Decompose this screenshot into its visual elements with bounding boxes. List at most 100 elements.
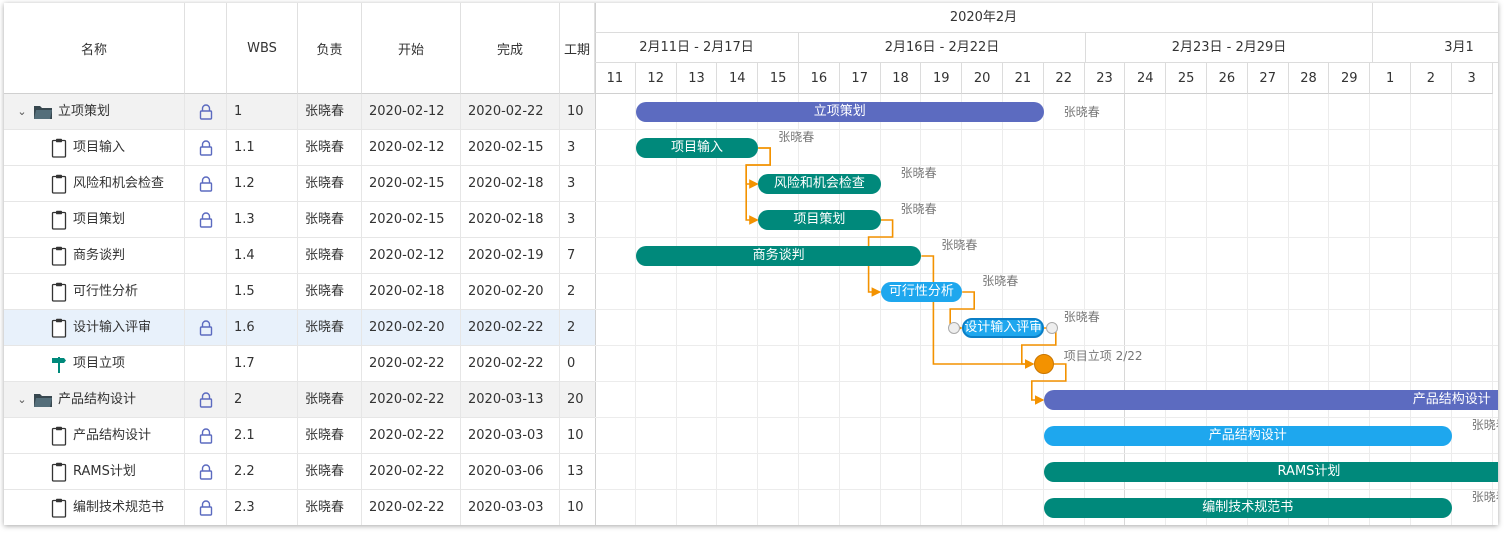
lock-cell[interactable]: [185, 94, 227, 129]
lock-cell[interactable]: [185, 418, 227, 453]
column-header-finish[interactable]: 完成: [461, 3, 560, 94]
duration-cell[interactable]: 3: [560, 166, 595, 201]
lock-cell[interactable]: [185, 346, 227, 381]
table-row[interactable]: 设计输入评审 1.6 张晓春 2020-02-20 2020-02-22 2: [4, 310, 595, 346]
wbs-cell[interactable]: 1.3: [227, 202, 298, 237]
start-date-cell[interactable]: 2020-02-12: [362, 94, 461, 129]
task-name-cell[interactable]: 编制技术规范书: [4, 490, 185, 525]
lock-cell[interactable]: [185, 274, 227, 309]
duration-cell[interactable]: 13: [560, 454, 595, 489]
wbs-cell[interactable]: 1.1: [227, 130, 298, 165]
finish-date-cell[interactable]: 2020-02-19: [461, 238, 560, 273]
finish-date-cell[interactable]: 2020-03-13: [461, 382, 560, 417]
task-bar[interactable]: 商务谈判: [635, 246, 922, 266]
column-header-lock[interactable]: [185, 3, 227, 94]
start-date-cell[interactable]: 2020-02-20: [362, 310, 461, 345]
owner-cell[interactable]: 张晓春: [298, 130, 362, 165]
duration-cell[interactable]: 10: [560, 94, 595, 129]
lock-cell[interactable]: [185, 382, 227, 417]
start-date-cell[interactable]: 2020-02-12: [362, 130, 461, 165]
summary-bar[interactable]: 立项策划: [635, 102, 1044, 122]
owner-cell[interactable]: [298, 346, 362, 381]
duration-cell[interactable]: 3: [560, 130, 595, 165]
duration-cell[interactable]: 10: [560, 418, 595, 453]
column-header-wbs[interactable]: WBS: [227, 3, 298, 94]
start-date-cell[interactable]: 2020-02-15: [362, 166, 461, 201]
finish-date-cell[interactable]: 2020-02-18: [461, 202, 560, 237]
wbs-cell[interactable]: 1.4: [227, 238, 298, 273]
wbs-cell[interactable]: 2.2: [227, 454, 298, 489]
table-row[interactable]: 商务谈判 1.4 张晓春 2020-02-12 2020-02-19 7: [4, 238, 595, 274]
table-row[interactable]: ⌄ 产品结构设计 2 张晓春 2020-02-22 2020-03-13 20: [4, 382, 595, 418]
owner-cell[interactable]: 张晓春: [298, 310, 362, 345]
duration-cell[interactable]: 10: [560, 490, 595, 525]
wbs-cell[interactable]: 2.1: [227, 418, 298, 453]
owner-cell[interactable]: 张晓春: [298, 454, 362, 489]
chevron-down-icon[interactable]: ⌄: [15, 94, 29, 129]
task-name-cell[interactable]: 项目输入: [4, 130, 185, 165]
finish-date-cell[interactable]: 2020-02-20: [461, 274, 560, 309]
wbs-cell[interactable]: 2.3: [227, 490, 298, 525]
duration-cell[interactable]: 3: [560, 202, 595, 237]
lock-cell[interactable]: [185, 310, 227, 345]
owner-cell[interactable]: 张晓春: [298, 238, 362, 273]
task-name-cell[interactable]: 设计输入评审: [4, 310, 185, 345]
start-date-cell[interactable]: 2020-02-22: [362, 490, 461, 525]
link-handle-end[interactable]: [1045, 322, 1058, 334]
finish-date-cell[interactable]: 2020-02-18: [461, 166, 560, 201]
task-name-cell[interactable]: 产品结构设计: [4, 418, 185, 453]
summary-bar[interactable]: 产品结构设计: [1043, 390, 1498, 410]
finish-date-cell[interactable]: 2020-02-15: [461, 130, 560, 165]
wbs-cell[interactable]: 1.2: [227, 166, 298, 201]
task-bar[interactable]: 项目输入: [635, 138, 759, 158]
task-name-cell[interactable]: 可行性分析: [4, 274, 185, 309]
column-header-duration[interactable]: 工期: [560, 3, 595, 94]
finish-date-cell[interactable]: 2020-02-22: [461, 94, 560, 129]
owner-cell[interactable]: 张晓春: [298, 274, 362, 309]
owner-cell[interactable]: 张晓春: [298, 166, 362, 201]
finish-date-cell[interactable]: 2020-03-03: [461, 490, 560, 525]
wbs-cell[interactable]: 1: [227, 94, 298, 129]
task-name-cell[interactable]: ⌄ 产品结构设计: [4, 382, 185, 417]
column-header-start[interactable]: 开始: [362, 3, 461, 94]
task-bar[interactable]: 产品结构设计: [1043, 426, 1452, 446]
start-date-cell[interactable]: 2020-02-15: [362, 202, 461, 237]
wbs-cell[interactable]: 1.5: [227, 274, 298, 309]
lock-cell[interactable]: [185, 490, 227, 525]
lock-cell[interactable]: [185, 202, 227, 237]
column-header-owner[interactable]: 负责: [298, 3, 362, 94]
task-name-cell[interactable]: 项目立项: [4, 346, 185, 381]
table-row[interactable]: ⌄ 立项策划 1 张晓春 2020-02-12 2020-02-22 10: [4, 94, 595, 130]
task-name-cell[interactable]: 风险和机会检查: [4, 166, 185, 201]
task-bar[interactable]: 设计输入评审: [962, 318, 1044, 338]
duration-cell[interactable]: 2: [560, 274, 595, 309]
lock-cell[interactable]: [185, 130, 227, 165]
start-date-cell[interactable]: 2020-02-22: [362, 346, 461, 381]
column-header-name[interactable]: 名称: [4, 3, 185, 94]
task-bar[interactable]: 可行性分析: [880, 282, 963, 302]
start-date-cell[interactable]: 2020-02-22: [362, 454, 461, 489]
owner-cell[interactable]: 张晓春: [298, 418, 362, 453]
task-name-cell[interactable]: ⌄ 立项策划: [4, 94, 185, 129]
table-row[interactable]: 项目输入 1.1 张晓春 2020-02-12 2020-02-15 3: [4, 130, 595, 166]
lock-cell[interactable]: [185, 238, 227, 273]
lock-cell[interactable]: [185, 454, 227, 489]
duration-cell[interactable]: 7: [560, 238, 595, 273]
table-row[interactable]: 项目立项 1.7 2020-02-22 2020-02-22 0: [4, 346, 595, 382]
table-row[interactable]: RAMS计划 2.2 张晓春 2020-02-22 2020-03-06 13: [4, 454, 595, 490]
duration-cell[interactable]: 0: [560, 346, 595, 381]
start-date-cell[interactable]: 2020-02-22: [362, 418, 461, 453]
duration-cell[interactable]: 2: [560, 310, 595, 345]
table-row[interactable]: 项目策划 1.3 张晓春 2020-02-15 2020-02-18 3: [4, 202, 595, 238]
table-row[interactable]: 可行性分析 1.5 张晓春 2020-02-18 2020-02-20 2: [4, 274, 595, 310]
task-bar[interactable]: 项目策划: [758, 210, 881, 230]
wbs-cell[interactable]: 1.7: [227, 346, 298, 381]
owner-cell[interactable]: 张晓春: [298, 490, 362, 525]
task-name-cell[interactable]: RAMS计划: [4, 454, 185, 489]
milestone-marker[interactable]: [1033, 354, 1054, 374]
owner-cell[interactable]: 张晓春: [298, 382, 362, 417]
table-row[interactable]: 产品结构设计 2.1 张晓春 2020-02-22 2020-03-03 10: [4, 418, 595, 454]
table-row[interactable]: 编制技术规范书 2.3 张晓春 2020-02-22 2020-03-03 10: [4, 490, 595, 525]
owner-cell[interactable]: 张晓春: [298, 94, 362, 129]
wbs-cell[interactable]: 1.6: [227, 310, 298, 345]
